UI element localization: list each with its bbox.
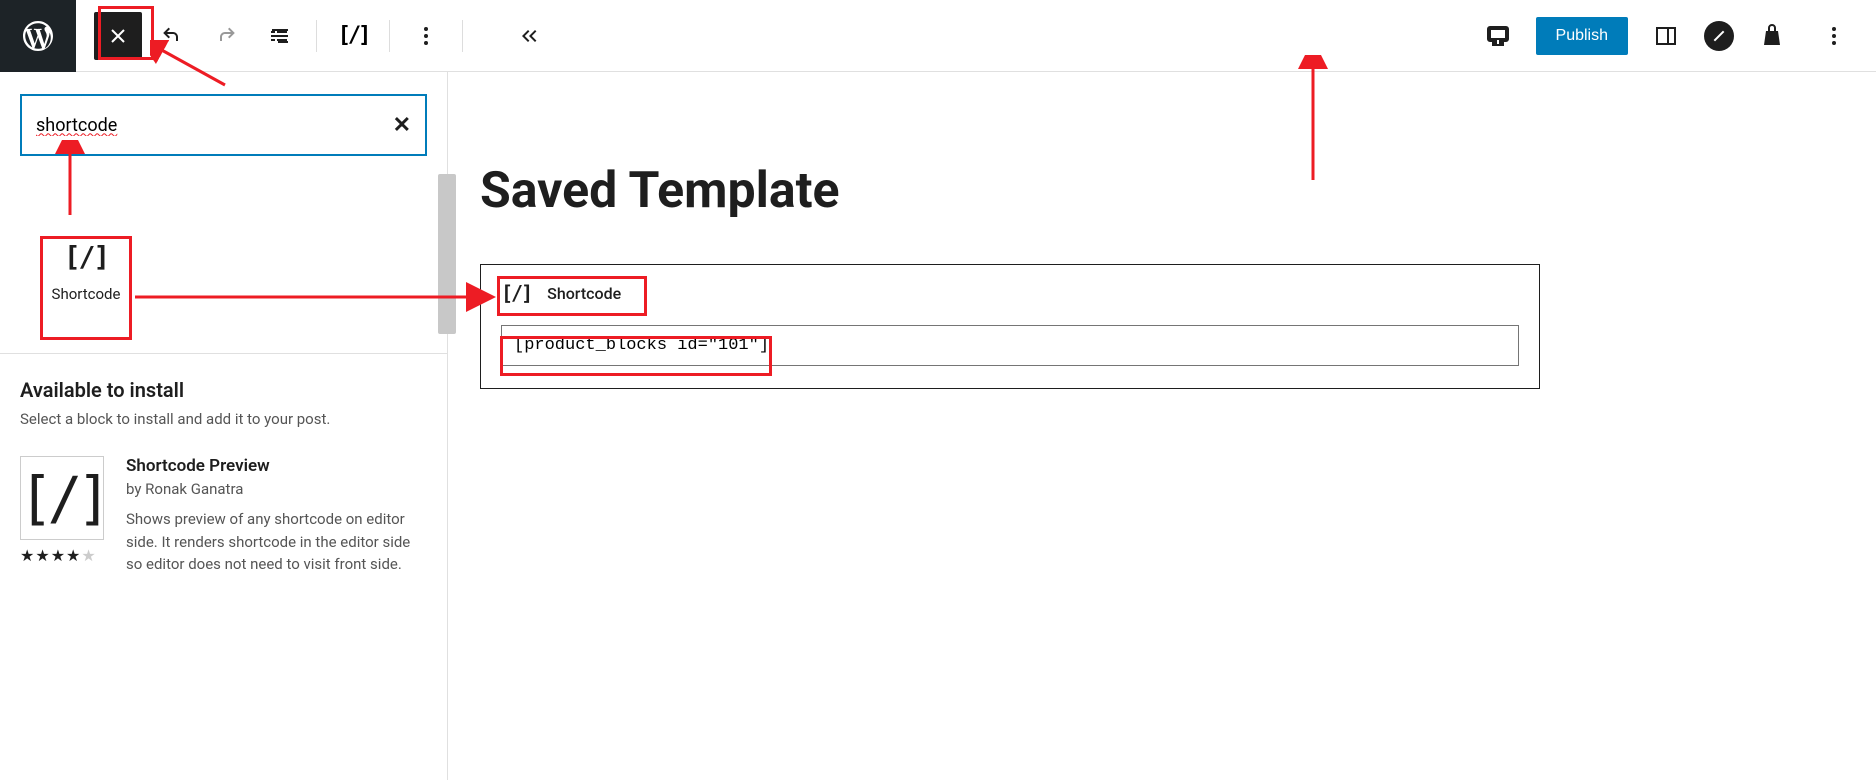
toolbar-divider bbox=[316, 20, 317, 52]
available-to-install-section: Available to install Select a block to i… bbox=[0, 353, 447, 600]
shortcode-toolbar-button[interactable]: [/] bbox=[329, 12, 377, 60]
astra-button[interactable] bbox=[1704, 21, 1734, 51]
toolbar-right-group: Publish bbox=[1474, 12, 1876, 60]
install-heading: Available to install bbox=[20, 378, 427, 402]
shortcode-block[interactable]: [/] Shortcode bbox=[480, 264, 1540, 389]
block-search-box: ✕ bbox=[20, 94, 427, 156]
more-options-button[interactable] bbox=[1810, 12, 1858, 60]
install-item-meta: Shortcode Preview by Ronak Ganatra Shows… bbox=[126, 456, 427, 576]
undo-icon bbox=[160, 24, 184, 48]
install-item[interactable]: [/] ★★★★★ Shortcode Preview by Ronak Gan… bbox=[20, 456, 427, 576]
close-inserter-button[interactable] bbox=[94, 12, 142, 60]
document-overview-button[interactable] bbox=[256, 12, 304, 60]
shopping-bag-icon bbox=[1760, 24, 1784, 48]
block-inserter-sidebar: ✕ [/] Shortcode Available to install Sel… bbox=[0, 72, 448, 780]
install-subheading: Select a block to install and add it to … bbox=[20, 410, 427, 428]
shortcode-input[interactable] bbox=[501, 325, 1519, 366]
block-result-shortcode[interactable]: [/] Shortcode bbox=[36, 240, 136, 303]
options-button[interactable] bbox=[402, 12, 450, 60]
publish-button[interactable]: Publish bbox=[1536, 17, 1628, 55]
install-item-icon: [/] bbox=[20, 456, 104, 540]
clear-search-button[interactable]: ✕ bbox=[393, 113, 411, 138]
install-item-author: by Ronak Ganatra bbox=[126, 480, 427, 498]
woo-button[interactable] bbox=[1748, 12, 1796, 60]
install-item-title: Shortcode Preview bbox=[126, 456, 427, 476]
chevron-double-left-icon bbox=[517, 24, 541, 48]
toolbar-left-group: [/] bbox=[94, 12, 553, 60]
shortcode-block-header: [/] Shortcode bbox=[501, 281, 1519, 305]
block-search-input[interactable] bbox=[36, 115, 393, 136]
wp-logo[interactable] bbox=[0, 0, 76, 72]
install-item-rating: ★★★★★ bbox=[20, 546, 104, 565]
shortcode-icon: [/] bbox=[36, 240, 136, 273]
toolbar-divider bbox=[462, 20, 463, 52]
more-vertical-icon bbox=[414, 24, 438, 48]
editor-topbar: [/] Publish bbox=[0, 0, 1876, 72]
page-title: Saved Template bbox=[480, 162, 1836, 220]
list-view-icon bbox=[268, 24, 292, 48]
toolbar-divider bbox=[389, 20, 390, 52]
desktop-icon bbox=[1486, 24, 1510, 48]
sidebar-icon bbox=[1654, 24, 1678, 48]
wordpress-icon bbox=[20, 18, 56, 54]
shortcode-block-label: Shortcode bbox=[547, 284, 621, 303]
collapse-button[interactable] bbox=[505, 12, 553, 60]
view-button[interactable] bbox=[1474, 12, 1522, 60]
shortcode-icon: [/] bbox=[501, 281, 531, 305]
redo-icon bbox=[214, 24, 238, 48]
install-item-desc: Shows preview of any shortcode on editor… bbox=[126, 508, 427, 576]
redo-button[interactable] bbox=[202, 12, 250, 60]
sidebar-scrollbar[interactable] bbox=[438, 174, 456, 334]
shortcode-icon: [/] bbox=[338, 23, 369, 48]
block-result-label: Shortcode bbox=[36, 285, 136, 303]
search-wrap: ✕ bbox=[0, 72, 447, 166]
slash-circle-icon bbox=[1711, 28, 1727, 44]
settings-sidebar-button[interactable] bbox=[1642, 12, 1690, 60]
undo-button[interactable] bbox=[148, 12, 196, 60]
page-title[interactable]: Saved Template bbox=[480, 162, 840, 220]
editor-canvas: Saved Template [/] Shortcode bbox=[460, 72, 1876, 780]
close-icon bbox=[106, 24, 130, 48]
more-vertical-icon bbox=[1822, 24, 1846, 48]
